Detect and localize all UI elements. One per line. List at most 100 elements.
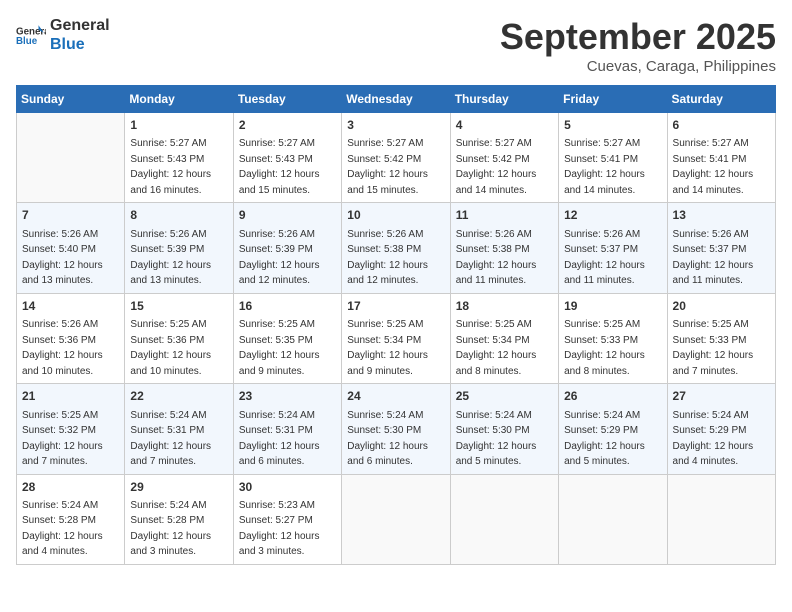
calendar-week-row: 21 Sunrise: 5:25 AMSunset: 5:32 PMDaylig… bbox=[17, 384, 776, 474]
calendar-cell: 6 Sunrise: 5:27 AMSunset: 5:41 PMDayligh… bbox=[667, 113, 775, 203]
day-info: Sunrise: 5:26 AMSunset: 5:37 PMDaylight:… bbox=[673, 229, 754, 287]
day-info: Sunrise: 5:25 AMSunset: 5:33 PMDaylight:… bbox=[564, 319, 645, 377]
calendar-cell: 22 Sunrise: 5:24 AMSunset: 5:31 PMDaylig… bbox=[125, 384, 233, 474]
calendar-table: SundayMondayTuesdayWednesdayThursdayFrid… bbox=[16, 85, 776, 565]
calendar-cell: 25 Sunrise: 5:24 AMSunset: 5:30 PMDaylig… bbox=[450, 384, 558, 474]
calendar-cell: 2 Sunrise: 5:27 AMSunset: 5:43 PMDayligh… bbox=[233, 113, 341, 203]
calendar-cell: 4 Sunrise: 5:27 AMSunset: 5:42 PMDayligh… bbox=[450, 113, 558, 203]
day-number: 8 bbox=[130, 207, 227, 224]
calendar-cell: 12 Sunrise: 5:26 AMSunset: 5:37 PMDaylig… bbox=[559, 203, 667, 293]
calendar-cell: 13 Sunrise: 5:26 AMSunset: 5:37 PMDaylig… bbox=[667, 203, 775, 293]
location-title: Cuevas, Caraga, Philippines bbox=[500, 58, 776, 75]
calendar-cell: 23 Sunrise: 5:24 AMSunset: 5:31 PMDaylig… bbox=[233, 384, 341, 474]
calendar-cell: 19 Sunrise: 5:25 AMSunset: 5:33 PMDaylig… bbox=[559, 293, 667, 383]
day-info: Sunrise: 5:24 AMSunset: 5:30 PMDaylight:… bbox=[347, 410, 428, 468]
calendar-cell: 8 Sunrise: 5:26 AMSunset: 5:39 PMDayligh… bbox=[125, 203, 233, 293]
calendar-cell: 10 Sunrise: 5:26 AMSunset: 5:38 PMDaylig… bbox=[342, 203, 450, 293]
day-number: 20 bbox=[673, 298, 770, 315]
header-saturday: Saturday bbox=[667, 86, 775, 113]
day-info: Sunrise: 5:27 AMSunset: 5:42 PMDaylight:… bbox=[347, 138, 428, 196]
day-number: 22 bbox=[130, 388, 227, 405]
day-number: 18 bbox=[456, 298, 553, 315]
day-info: Sunrise: 5:24 AMSunset: 5:31 PMDaylight:… bbox=[239, 410, 320, 468]
calendar-cell: 28 Sunrise: 5:24 AMSunset: 5:28 PMDaylig… bbox=[17, 474, 125, 564]
header-friday: Friday bbox=[559, 86, 667, 113]
logo-general: General bbox=[50, 16, 110, 35]
day-number: 21 bbox=[22, 388, 119, 405]
day-number: 28 bbox=[22, 479, 119, 496]
day-number: 30 bbox=[239, 479, 336, 496]
calendar-cell: 20 Sunrise: 5:25 AMSunset: 5:33 PMDaylig… bbox=[667, 293, 775, 383]
day-number: 1 bbox=[130, 117, 227, 134]
day-info: Sunrise: 5:27 AMSunset: 5:43 PMDaylight:… bbox=[239, 138, 320, 196]
day-info: Sunrise: 5:24 AMSunset: 5:31 PMDaylight:… bbox=[130, 410, 211, 468]
day-number: 7 bbox=[22, 207, 119, 224]
calendar-cell: 18 Sunrise: 5:25 AMSunset: 5:34 PMDaylig… bbox=[450, 293, 558, 383]
day-number: 17 bbox=[347, 298, 444, 315]
day-info: Sunrise: 5:25 AMSunset: 5:34 PMDaylight:… bbox=[456, 319, 537, 377]
day-info: Sunrise: 5:27 AMSunset: 5:41 PMDaylight:… bbox=[673, 138, 754, 196]
calendar-cell: 9 Sunrise: 5:26 AMSunset: 5:39 PMDayligh… bbox=[233, 203, 341, 293]
day-number: 10 bbox=[347, 207, 444, 224]
day-number: 15 bbox=[130, 298, 227, 315]
calendar-week-row: 1 Sunrise: 5:27 AMSunset: 5:43 PMDayligh… bbox=[17, 113, 776, 203]
calendar-cell: 29 Sunrise: 5:24 AMSunset: 5:28 PMDaylig… bbox=[125, 474, 233, 564]
calendar-cell bbox=[559, 474, 667, 564]
day-info: Sunrise: 5:24 AMSunset: 5:28 PMDaylight:… bbox=[130, 500, 211, 558]
day-number: 16 bbox=[239, 298, 336, 315]
day-number: 27 bbox=[673, 388, 770, 405]
day-number: 4 bbox=[456, 117, 553, 134]
day-info: Sunrise: 5:23 AMSunset: 5:27 PMDaylight:… bbox=[239, 500, 320, 558]
day-info: Sunrise: 5:25 AMSunset: 5:33 PMDaylight:… bbox=[673, 319, 754, 377]
day-info: Sunrise: 5:26 AMSunset: 5:39 PMDaylight:… bbox=[239, 229, 320, 287]
day-info: Sunrise: 5:25 AMSunset: 5:32 PMDaylight:… bbox=[22, 410, 103, 468]
day-number: 25 bbox=[456, 388, 553, 405]
header-sunday: Sunday bbox=[17, 86, 125, 113]
day-number: 29 bbox=[130, 479, 227, 496]
day-info: Sunrise: 5:25 AMSunset: 5:35 PMDaylight:… bbox=[239, 319, 320, 377]
header-thursday: Thursday bbox=[450, 86, 558, 113]
title-area: September 2025 Cuevas, Caraga, Philippin… bbox=[500, 16, 776, 75]
calendar-cell: 14 Sunrise: 5:26 AMSunset: 5:36 PMDaylig… bbox=[17, 293, 125, 383]
day-info: Sunrise: 5:24 AMSunset: 5:28 PMDaylight:… bbox=[22, 500, 103, 558]
day-info: Sunrise: 5:25 AMSunset: 5:36 PMDaylight:… bbox=[130, 319, 211, 377]
day-info: Sunrise: 5:25 AMSunset: 5:34 PMDaylight:… bbox=[347, 319, 428, 377]
day-number: 11 bbox=[456, 207, 553, 224]
day-number: 9 bbox=[239, 207, 336, 224]
day-number: 6 bbox=[673, 117, 770, 134]
day-info: Sunrise: 5:27 AMSunset: 5:42 PMDaylight:… bbox=[456, 138, 537, 196]
calendar-cell bbox=[450, 474, 558, 564]
calendar-cell: 5 Sunrise: 5:27 AMSunset: 5:41 PMDayligh… bbox=[559, 113, 667, 203]
day-number: 14 bbox=[22, 298, 119, 315]
day-info: Sunrise: 5:26 AMSunset: 5:38 PMDaylight:… bbox=[347, 229, 428, 287]
calendar-cell bbox=[342, 474, 450, 564]
logo-blue: Blue bbox=[50, 35, 110, 54]
header-tuesday: Tuesday bbox=[233, 86, 341, 113]
day-number: 3 bbox=[347, 117, 444, 134]
day-number: 13 bbox=[673, 207, 770, 224]
day-info: Sunrise: 5:24 AMSunset: 5:30 PMDaylight:… bbox=[456, 410, 537, 468]
day-info: Sunrise: 5:26 AMSunset: 5:40 PMDaylight:… bbox=[22, 229, 103, 287]
calendar-week-row: 14 Sunrise: 5:26 AMSunset: 5:36 PMDaylig… bbox=[17, 293, 776, 383]
day-info: Sunrise: 5:26 AMSunset: 5:37 PMDaylight:… bbox=[564, 229, 645, 287]
page-header: General Blue General Blue September 2025… bbox=[16, 16, 776, 75]
calendar-cell: 7 Sunrise: 5:26 AMSunset: 5:40 PMDayligh… bbox=[17, 203, 125, 293]
day-info: Sunrise: 5:24 AMSunset: 5:29 PMDaylight:… bbox=[564, 410, 645, 468]
calendar-week-row: 7 Sunrise: 5:26 AMSunset: 5:40 PMDayligh… bbox=[17, 203, 776, 293]
day-info: Sunrise: 5:26 AMSunset: 5:36 PMDaylight:… bbox=[22, 319, 103, 377]
calendar-cell: 27 Sunrise: 5:24 AMSunset: 5:29 PMDaylig… bbox=[667, 384, 775, 474]
calendar-cell: 21 Sunrise: 5:25 AMSunset: 5:32 PMDaylig… bbox=[17, 384, 125, 474]
day-number: 12 bbox=[564, 207, 661, 224]
day-number: 26 bbox=[564, 388, 661, 405]
header-wednesday: Wednesday bbox=[342, 86, 450, 113]
day-number: 2 bbox=[239, 117, 336, 134]
calendar-header-row: SundayMondayTuesdayWednesdayThursdayFrid… bbox=[17, 86, 776, 113]
day-number: 23 bbox=[239, 388, 336, 405]
calendar-week-row: 28 Sunrise: 5:24 AMSunset: 5:28 PMDaylig… bbox=[17, 474, 776, 564]
logo: General Blue General Blue bbox=[16, 16, 110, 54]
calendar-cell: 16 Sunrise: 5:25 AMSunset: 5:35 PMDaylig… bbox=[233, 293, 341, 383]
calendar-cell: 1 Sunrise: 5:27 AMSunset: 5:43 PMDayligh… bbox=[125, 113, 233, 203]
calendar-cell: 24 Sunrise: 5:24 AMSunset: 5:30 PMDaylig… bbox=[342, 384, 450, 474]
calendar-cell: 3 Sunrise: 5:27 AMSunset: 5:42 PMDayligh… bbox=[342, 113, 450, 203]
calendar-cell: 11 Sunrise: 5:26 AMSunset: 5:38 PMDaylig… bbox=[450, 203, 558, 293]
